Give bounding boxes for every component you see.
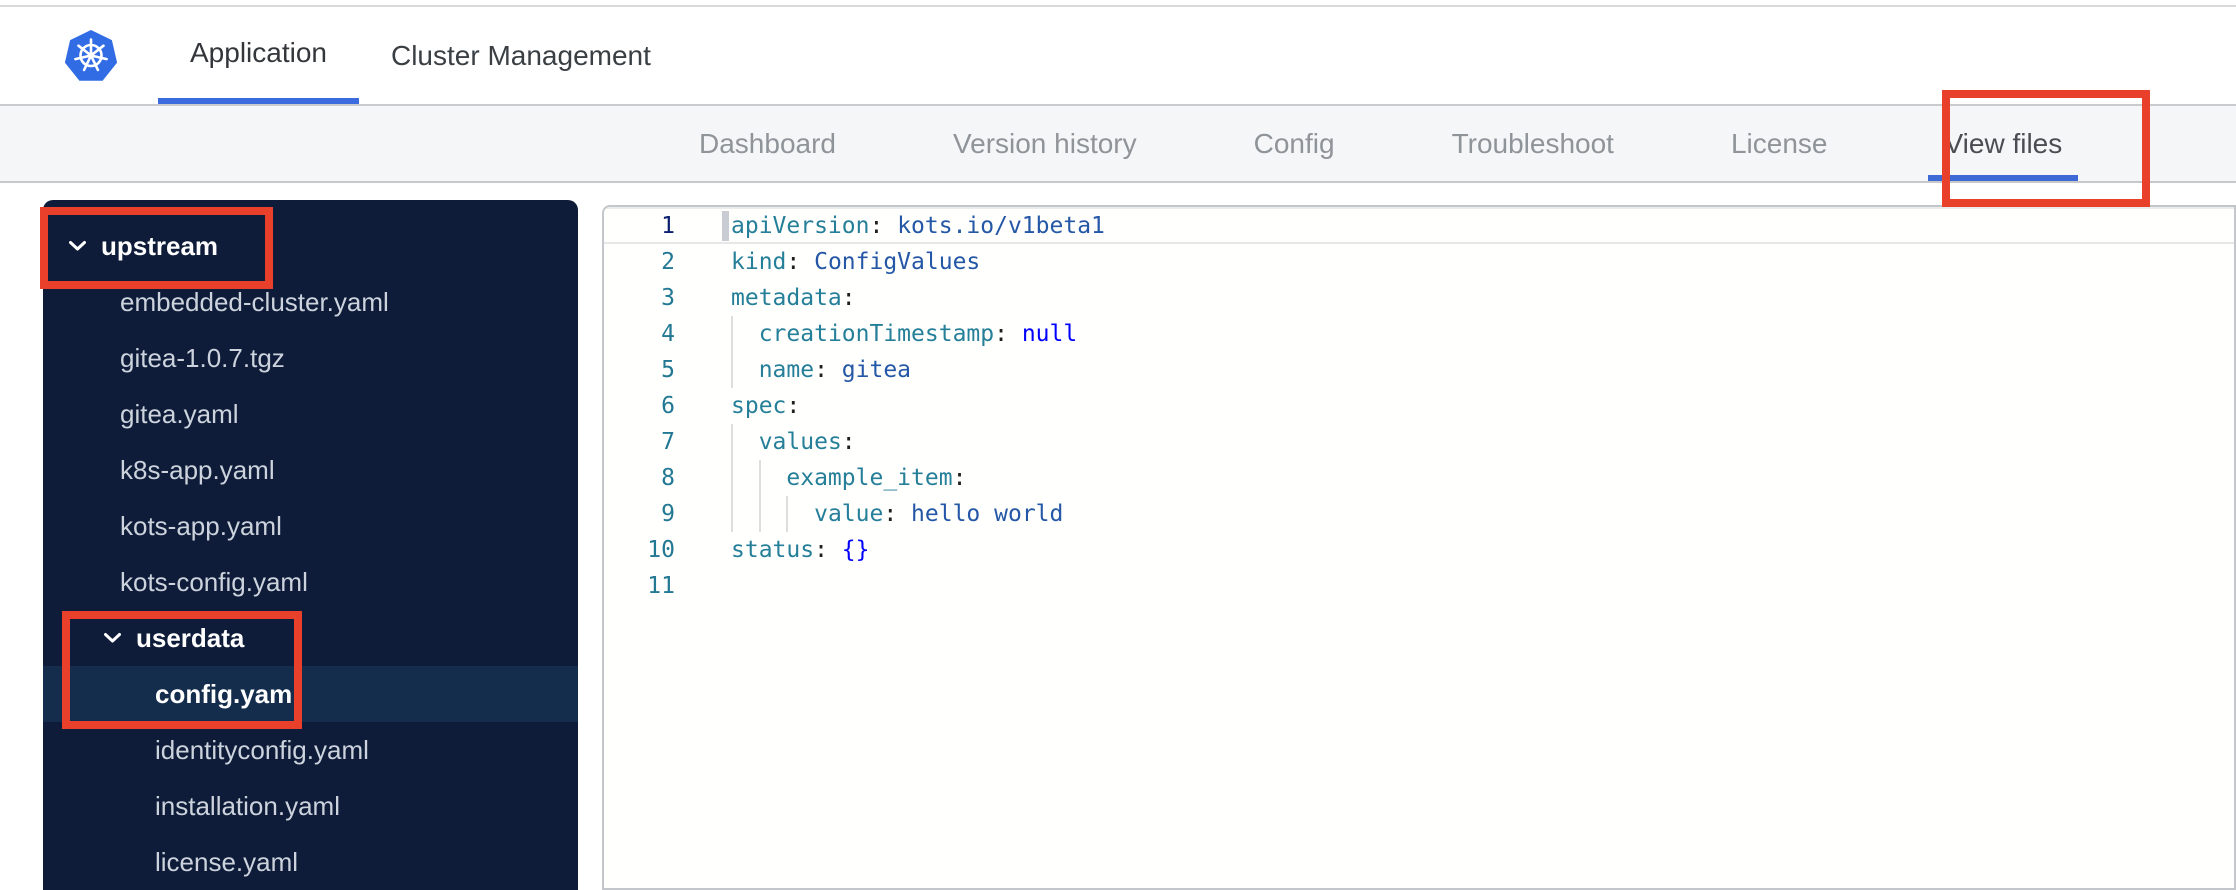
code-content: example_item: [675,460,2234,496]
code-content: spec: [731,393,801,419]
line-number: 5 [661,357,675,383]
indent-guide [758,496,761,532]
line-number: 8 [661,465,675,491]
header-tabs: Application Cluster Management [158,7,683,104]
code-line-1: 1 apiVersion: kots.io/v1beta1 [604,208,2234,244]
tree-folder-userdata[interactable]: userdata [43,610,578,666]
code-content [675,568,2234,604]
tree-file-identityconfig.yaml[interactable]: identityconfig.yaml [43,722,578,778]
line-number: 7 [661,429,675,455]
code-line-2: 2 kind: ConfigValues [604,244,2234,280]
app-header: Application Cluster Management [0,7,2236,106]
subnav-dashboard[interactable]: Dashboard [683,106,852,181]
line-number: 1 [661,213,675,239]
tree-label: config.yaml [155,678,300,709]
tree-file-kots-app.yaml[interactable]: kots-app.yaml [43,498,578,554]
code-line-7: 7 values: [604,424,2234,460]
tree-label: kots-config.yaml [120,566,308,597]
tree-file-installation.yaml[interactable]: installation.yaml [43,778,578,834]
code-line-6: 6 spec: [604,388,2234,424]
tree-label: upstream [101,230,219,261]
code-line-5: 5 name: gitea [604,352,2234,388]
line-number: 2 [661,249,675,275]
tree-file-gitea.yaml[interactable]: gitea.yaml [43,386,578,442]
tab-cluster-management[interactable]: Cluster Management [359,7,683,104]
tree-file-gitea-1.0.7.tgz[interactable]: gitea-1.0.7.tgz [43,330,578,386]
code-content: name: gitea [675,352,2234,388]
tree-folder-upstream[interactable]: upstream [43,218,578,274]
code-content: values: [675,424,2234,460]
tree-file-config.yaml[interactable]: config.yaml [43,666,578,722]
subnav-troubleshoot[interactable]: Troubleshoot [1436,106,1630,181]
tree-file-kots-config.yaml[interactable]: kots-config.yaml [43,554,578,610]
tree-label: installation.yaml [155,790,340,821]
subnav-license[interactable]: License [1715,106,1844,181]
indent-guide [731,316,733,352]
subnav-version-history[interactable]: Version history [937,106,1153,181]
chevron-down-icon [68,240,87,252]
indent-guide [731,352,733,388]
indent-guide [731,460,733,496]
top-divider [0,0,2236,7]
file-tree: upstream embedded-cluster.yaml gitea-1.0.7… [43,218,578,890]
tree-label: kots-app.yaml [120,510,282,541]
subnav-config[interactable]: Config [1238,106,1351,181]
file-tree-sidebar: upstream embedded-cluster.yaml gitea-1.0.7… [43,200,578,890]
kubernetes-logo-icon [64,29,118,83]
tree-label: license.yaml [155,846,299,877]
tree-label: userdata [136,622,245,653]
indent-guide [731,424,733,460]
line-number: 10 [647,537,675,563]
code-content: metadata: [731,285,856,311]
tree-file-embedded-cluster.yaml[interactable]: embedded-cluster.yaml [43,274,578,330]
code-content: status: {} [731,537,870,563]
code-content: kind: ConfigValues [731,249,981,275]
code-content: value: hello world [675,496,2234,532]
line-number: 3 [661,285,675,311]
kots-admin-console: Application Cluster Management Dashboard V… [0,0,2236,890]
line-number: 11 [647,573,675,599]
tree-label: identityconfig.yaml [155,734,369,765]
code-line-10: 10 status: {} [604,532,2234,568]
indent-guide [786,496,789,532]
tree-label: gitea.yaml [120,398,239,429]
code-line-4: 4 creationTimestamp: null [604,316,2234,352]
line-number: 6 [661,393,675,419]
tree-file-license.yaml[interactable]: license.yaml [43,834,578,890]
yaml-editor[interactable]: 1 apiVersion: kots.io/v1beta1 2 kind: Confi… [602,205,2236,890]
tree-label: k8s-app.yaml [120,454,275,485]
indent-guide [758,460,761,496]
indent-guide [731,496,733,532]
tab-application[interactable]: Application [158,7,359,104]
tree-file-k8s-app.yaml[interactable]: k8s-app.yaml [43,442,578,498]
app-subnav: Dashboard Version history Config Troublesho… [0,106,2236,183]
code-line-11: 11 [604,568,2234,604]
editor-code-lines: 1 apiVersion: kots.io/v1beta1 2 kind: Confi… [604,207,2234,604]
code-line-9: 9 value: hello world [604,496,2234,532]
code-line-8: 8 example_item: [604,460,2234,496]
line-number: 4 [661,321,675,347]
code-line-3: 3 metadata: [604,280,2234,316]
tree-label: embedded-cluster.yaml [120,286,389,317]
chevron-down-icon [103,632,122,644]
subnav-view-files[interactable]: View files [1928,106,2079,181]
tree-label: gitea-1.0.7.tgz [120,342,285,373]
line-number: 9 [661,501,675,527]
code-content: creationTimestamp: null [675,316,2234,352]
subnav-list: Dashboard Version history Config Troublesho… [683,106,2079,181]
code-content: apiVersion: kots.io/v1beta1 [731,213,1105,239]
